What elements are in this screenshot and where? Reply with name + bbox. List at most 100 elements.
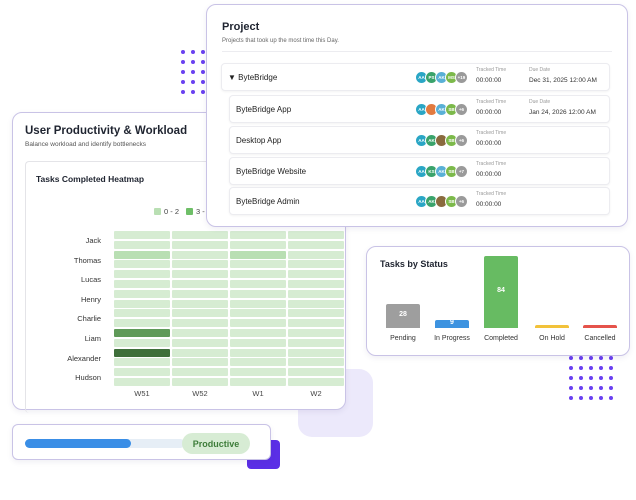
heatmap-cell[interactable] xyxy=(114,348,170,357)
heatmap-cell[interactable] xyxy=(172,260,228,269)
heatmap-cell[interactable] xyxy=(230,309,286,318)
heatmap-cell[interactable] xyxy=(114,280,170,288)
heatmap-cell[interactable] xyxy=(288,231,344,239)
heatmap-cell[interactable] xyxy=(114,240,170,249)
heatmap-cell[interactable] xyxy=(230,289,286,298)
heatmap-cell[interactable] xyxy=(114,378,170,386)
heatmap-cell[interactable] xyxy=(288,358,344,367)
heatmap-cell[interactable] xyxy=(230,358,286,367)
assignee-avatars: AA KS AK SB +7 xyxy=(415,165,468,178)
heatmap-cell[interactable] xyxy=(230,299,286,308)
heatmap-cell[interactable] xyxy=(114,368,170,377)
heatmap-column-label: W1 xyxy=(252,389,264,398)
heatmap-cell[interactable] xyxy=(114,309,170,318)
tracked-time-label: Tracked Time xyxy=(476,99,507,105)
tracked-time-label: Tracked Time xyxy=(476,67,507,73)
heatmap-cell[interactable] xyxy=(230,329,286,337)
project-row[interactable]: ByteBridge Website AA KS AK SB +7 Tracked Time… xyxy=(229,157,610,185)
heatmap-row-label: Alexander xyxy=(67,353,101,363)
more-assignees-badge[interactable]: +7 xyxy=(455,165,468,178)
heatmap-cell[interactable] xyxy=(114,299,170,308)
heatmap-cell[interactable] xyxy=(288,329,344,337)
more-assignees-badge[interactable]: +6 xyxy=(455,195,468,208)
heatmap-cell[interactable] xyxy=(114,358,170,367)
heatmap-cell[interactable] xyxy=(230,250,286,259)
status-bar[interactable] xyxy=(535,325,569,328)
productivity-subtitle: Balance workload and identify bottleneck… xyxy=(25,141,147,148)
project-divider xyxy=(222,51,612,52)
project-name: ByteBridge App xyxy=(236,105,292,114)
heatmap-cell[interactable] xyxy=(230,368,286,377)
heatmap-cell[interactable] xyxy=(230,319,286,328)
heatmap-cell[interactable] xyxy=(288,250,344,259)
heatmap-cell[interactable] xyxy=(172,250,228,259)
heatmap-cell[interactable] xyxy=(230,231,286,239)
heatmap-cell[interactable] xyxy=(288,260,344,269)
more-assignees-badge[interactable]: +6 xyxy=(455,134,468,147)
heatmap-cell[interactable] xyxy=(230,338,286,347)
heatmap-cell[interactable] xyxy=(172,240,228,249)
heatmap-cell[interactable] xyxy=(288,309,344,318)
heatmap-cell[interactable] xyxy=(114,250,170,259)
assignee-avatars: AA AK SB +6 xyxy=(415,103,468,116)
assignee-avatars: AA AK SB +6 xyxy=(415,134,468,147)
heatmap-cell[interactable] xyxy=(114,338,170,347)
status-bar[interactable] xyxy=(583,325,617,328)
status-title: Tasks by Status xyxy=(380,259,448,269)
heatmap-cell[interactable] xyxy=(288,368,344,377)
heatmap-cell[interactable] xyxy=(288,289,344,298)
heatmap-cell[interactable] xyxy=(288,319,344,328)
heatmap-cell[interactable] xyxy=(288,270,344,279)
heatmap-cell[interactable] xyxy=(230,280,286,288)
heatmap-cell[interactable] xyxy=(172,309,228,318)
project-subtitle: Projects that took up the most time this… xyxy=(222,38,339,44)
heatmap-cell[interactable] xyxy=(172,319,228,328)
project-row[interactable]: ByteBridge App AA AK SB +6 Tracked Time 00:00:… xyxy=(229,95,610,123)
heatmap-cell[interactable] xyxy=(172,358,228,367)
heatmap-cell[interactable] xyxy=(114,329,170,337)
project-card: Project Projects that took up the most t… xyxy=(206,4,628,227)
project-row[interactable]: ▼ ByteBridge AA PS AK MS +19 Tracked Time 00:00… xyxy=(221,63,610,91)
assignee-avatars: AA PS AK MS +19 xyxy=(415,71,468,84)
more-assignees-badge[interactable]: +19 xyxy=(455,71,468,84)
heatmap-cell[interactable] xyxy=(288,378,344,386)
heatmap-cell[interactable] xyxy=(172,329,228,337)
heatmap-cell[interactable] xyxy=(172,368,228,377)
heatmap-row-label: Henry xyxy=(80,294,101,304)
heatmap-cell[interactable] xyxy=(288,338,344,347)
status-bar[interactable]: 9 xyxy=(435,319,469,328)
heatmap-cell[interactable] xyxy=(172,289,228,298)
heatmap-cell[interactable] xyxy=(288,240,344,249)
heatmap-column-label: W51 xyxy=(134,389,150,398)
heatmap-cell[interactable] xyxy=(172,270,228,279)
heatmap-cell[interactable] xyxy=(172,378,228,386)
more-assignees-badge[interactable]: +6 xyxy=(455,103,468,116)
heatmap-cell[interactable] xyxy=(172,280,228,288)
project-row[interactable]: Desktop App AA AK SB +6 Tracked Time 00:00:00 xyxy=(229,126,610,154)
project-row[interactable]: ByteBridge Admin AA AK SB +6 Tracked Time 00:0… xyxy=(229,187,610,215)
heatmap-cell[interactable] xyxy=(114,270,170,279)
heatmap-cell[interactable] xyxy=(114,289,170,298)
heatmap-cell[interactable] xyxy=(230,270,286,279)
heatmap-cell[interactable] xyxy=(230,378,286,386)
heatmap-cell[interactable] xyxy=(114,319,170,328)
heatmap-cell[interactable] xyxy=(288,280,344,288)
heatmap-cell[interactable] xyxy=(172,348,228,357)
heatmap-cell[interactable] xyxy=(172,231,228,239)
heatmap-cell[interactable] xyxy=(288,299,344,308)
tracked-time-value: 00:00:00 xyxy=(476,201,502,208)
project-name: ByteBridge Admin xyxy=(236,197,300,206)
heatmap-cell[interactable] xyxy=(172,338,228,347)
tracked-time-value: 00:00:00 xyxy=(476,109,502,116)
due-date-value: Jan 24, 2026 12:00 AM xyxy=(529,109,596,116)
status-bar[interactable]: 28 xyxy=(386,304,420,328)
heatmap-cell[interactable] xyxy=(114,260,170,269)
status-bar[interactable]: 84 xyxy=(484,256,518,328)
heatmap-cell[interactable] xyxy=(172,299,228,308)
heatmap-cell[interactable] xyxy=(230,260,286,269)
heatmap-cell[interactable] xyxy=(288,348,344,357)
heatmap-cell[interactable] xyxy=(230,240,286,249)
status-bar-value: 9 xyxy=(450,319,454,327)
heatmap-cell[interactable] xyxy=(114,231,170,239)
heatmap-cell[interactable] xyxy=(230,348,286,357)
